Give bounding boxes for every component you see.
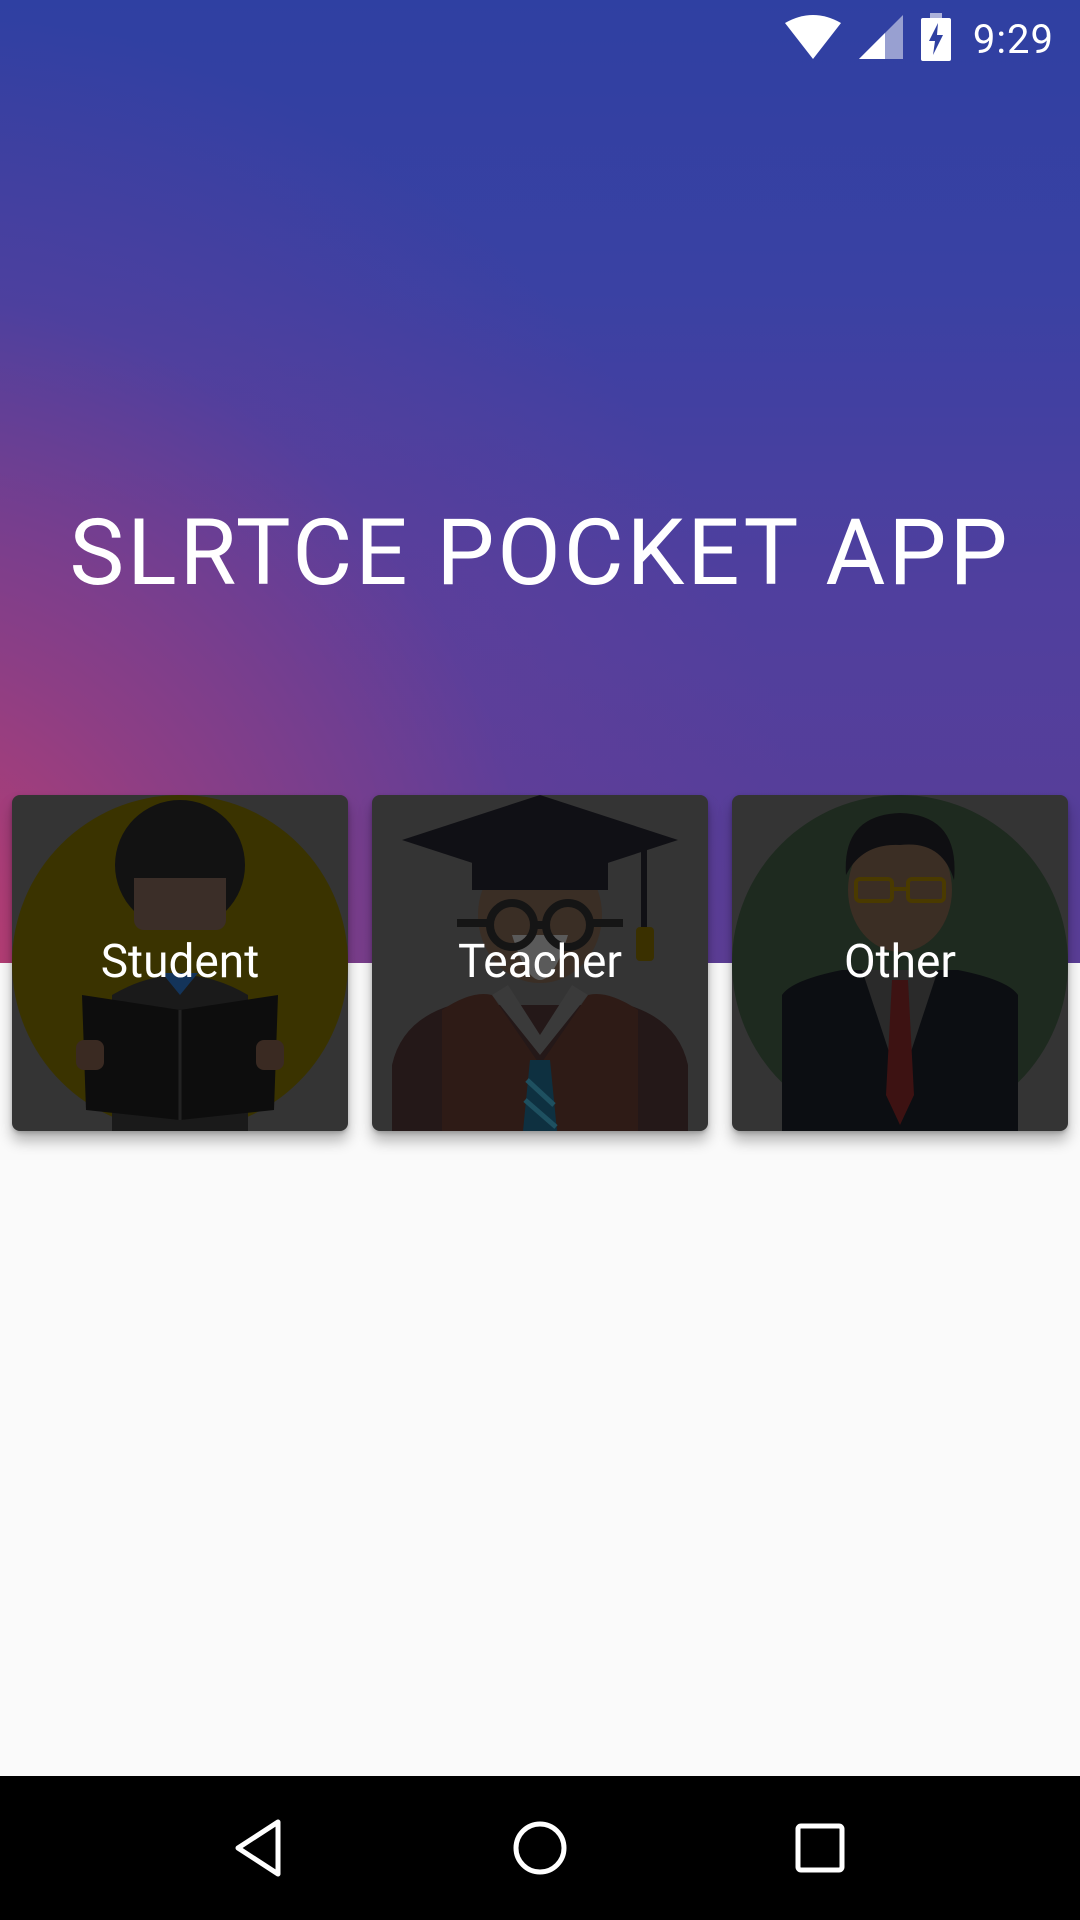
- battery-charging-icon: [920, 13, 951, 65]
- cell-signal-icon: [858, 15, 903, 63]
- recents-icon: [795, 1823, 845, 1873]
- other-card[interactable]: Other: [732, 795, 1068, 1131]
- teacher-card[interactable]: Teacher: [372, 795, 708, 1131]
- navigation-bar: [0, 1776, 1080, 1920]
- home-button[interactable]: [490, 1798, 590, 1898]
- card-label-teacher: Teacher: [457, 935, 623, 989]
- status-bar: 9:29: [0, 0, 1080, 78]
- back-icon: [235, 1819, 281, 1877]
- status-time: 9:29: [972, 15, 1054, 63]
- recents-button[interactable]: [770, 1798, 870, 1898]
- card-label-student: Student: [100, 935, 260, 989]
- card-label-other: Other: [843, 935, 956, 989]
- home-icon: [513, 1821, 567, 1875]
- wifi-icon: [784, 15, 841, 63]
- app-title: SLRTCE POCKET APP: [69, 500, 1011, 607]
- student-card[interactable]: Student: [12, 795, 348, 1131]
- back-button[interactable]: [210, 1798, 310, 1898]
- role-cards: Student Teacher Other: [12, 795, 1068, 1131]
